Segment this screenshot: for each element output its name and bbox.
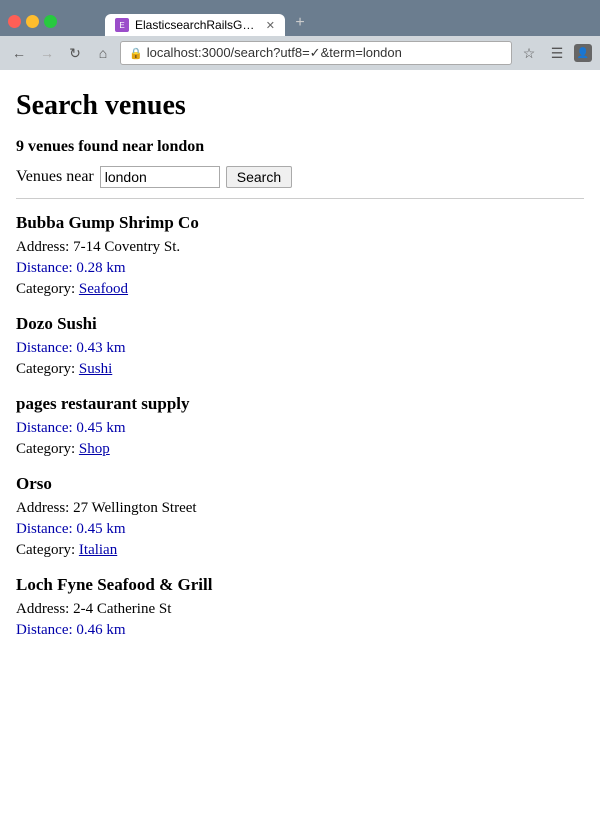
venue-category: Category: Seafood xyxy=(16,281,584,298)
category-link[interactable]: Seafood xyxy=(79,281,128,297)
venue-address: Address: 7-14 Coventry St. xyxy=(16,239,584,256)
category-link[interactable]: Sushi xyxy=(79,361,112,377)
home-button[interactable]: ⌂ xyxy=(92,42,114,64)
venue-item: Orso Address: 27 Wellington Street Distanc… xyxy=(16,474,584,559)
venue-name: Bubba Gump Shrimp Co xyxy=(16,213,584,233)
page-content: Search venues 9 venues found near london… xyxy=(0,70,600,675)
venues-list: Bubba Gump Shrimp Co Address: 7-14 Covent… xyxy=(16,213,584,639)
close-button[interactable] xyxy=(8,15,21,28)
results-summary: 9 venues found near london xyxy=(16,138,584,156)
venue-item: Loch Fyne Seafood & Grill Address: 2-4 Ca… xyxy=(16,575,584,639)
venue-distance: Distance: 0.43 km xyxy=(16,340,584,357)
tab-bar: E ElasticsearchRailsGeolocat... ✕ + xyxy=(65,6,321,36)
venue-address: Address: 2-4 Catherine St xyxy=(16,601,584,618)
new-tab-button[interactable]: + xyxy=(287,10,313,36)
search-form: Venues near Search xyxy=(16,166,584,188)
venue-category: Category: Shop xyxy=(16,441,584,458)
extension-icon[interactable]: 👤 xyxy=(574,44,592,62)
venue-distance: Distance: 0.45 km xyxy=(16,420,584,437)
venue-item: Dozo Sushi Distance: 0.43 km Category: Sus… xyxy=(16,314,584,378)
tab-close-icon[interactable]: ✕ xyxy=(266,19,275,32)
venue-distance: Distance: 0.45 km xyxy=(16,521,584,538)
venue-item: Bubba Gump Shrimp Co Address: 7-14 Covent… xyxy=(16,213,584,298)
address-text: localhost:3000/search?utf8=✓&term=london xyxy=(147,45,402,61)
search-button[interactable]: Search xyxy=(226,166,292,188)
browser-window: E ElasticsearchRailsGeolocat... ✕ + ← → … xyxy=(0,0,600,675)
tab-title: ElasticsearchRailsGeolocat... xyxy=(135,18,260,32)
window-controls xyxy=(8,15,57,28)
venue-distance: Distance: 0.28 km xyxy=(16,260,584,277)
back-button[interactable]: ← xyxy=(8,42,30,64)
venue-item: pages restaurant supply Distance: 0.45 km… xyxy=(16,394,584,458)
tab-favicon-icon: E xyxy=(115,18,129,32)
title-bar: E ElasticsearchRailsGeolocat... ✕ + xyxy=(0,0,600,36)
search-input[interactable] xyxy=(100,166,220,188)
search-label: Venues near xyxy=(16,168,94,186)
category-link[interactable]: Italian xyxy=(79,542,117,558)
reload-button[interactable]: ↻ xyxy=(64,42,86,64)
menu-button[interactable]: ☰ xyxy=(546,42,568,64)
category-link[interactable]: Shop xyxy=(79,441,110,457)
venue-name: pages restaurant supply xyxy=(16,394,584,414)
maximize-button[interactable] xyxy=(44,15,57,28)
venue-distance: Distance: 0.46 km xyxy=(16,622,584,639)
venue-name: Loch Fyne Seafood & Grill xyxy=(16,575,584,595)
address-bar[interactable]: 🔒 localhost:3000/search?utf8=✓&term=lond… xyxy=(120,41,512,65)
minimize-button[interactable] xyxy=(26,15,39,28)
nav-bar: ← → ↻ ⌂ 🔒 localhost:3000/search?utf8=✓&t… xyxy=(0,36,600,70)
venue-address: Address: 27 Wellington Street xyxy=(16,500,584,517)
venue-category: Category: Sushi xyxy=(16,361,584,378)
bookmark-button[interactable]: ☆ xyxy=(518,42,540,64)
address-lock-icon: 🔒 xyxy=(129,47,143,60)
venue-name: Orso xyxy=(16,474,584,494)
forward-button[interactable]: → xyxy=(36,42,58,64)
active-tab[interactable]: E ElasticsearchRailsGeolocat... ✕ xyxy=(105,14,285,36)
divider xyxy=(16,198,584,199)
venue-category: Category: Italian xyxy=(16,542,584,559)
page-title: Search venues xyxy=(16,90,584,122)
venue-name: Dozo Sushi xyxy=(16,314,584,334)
